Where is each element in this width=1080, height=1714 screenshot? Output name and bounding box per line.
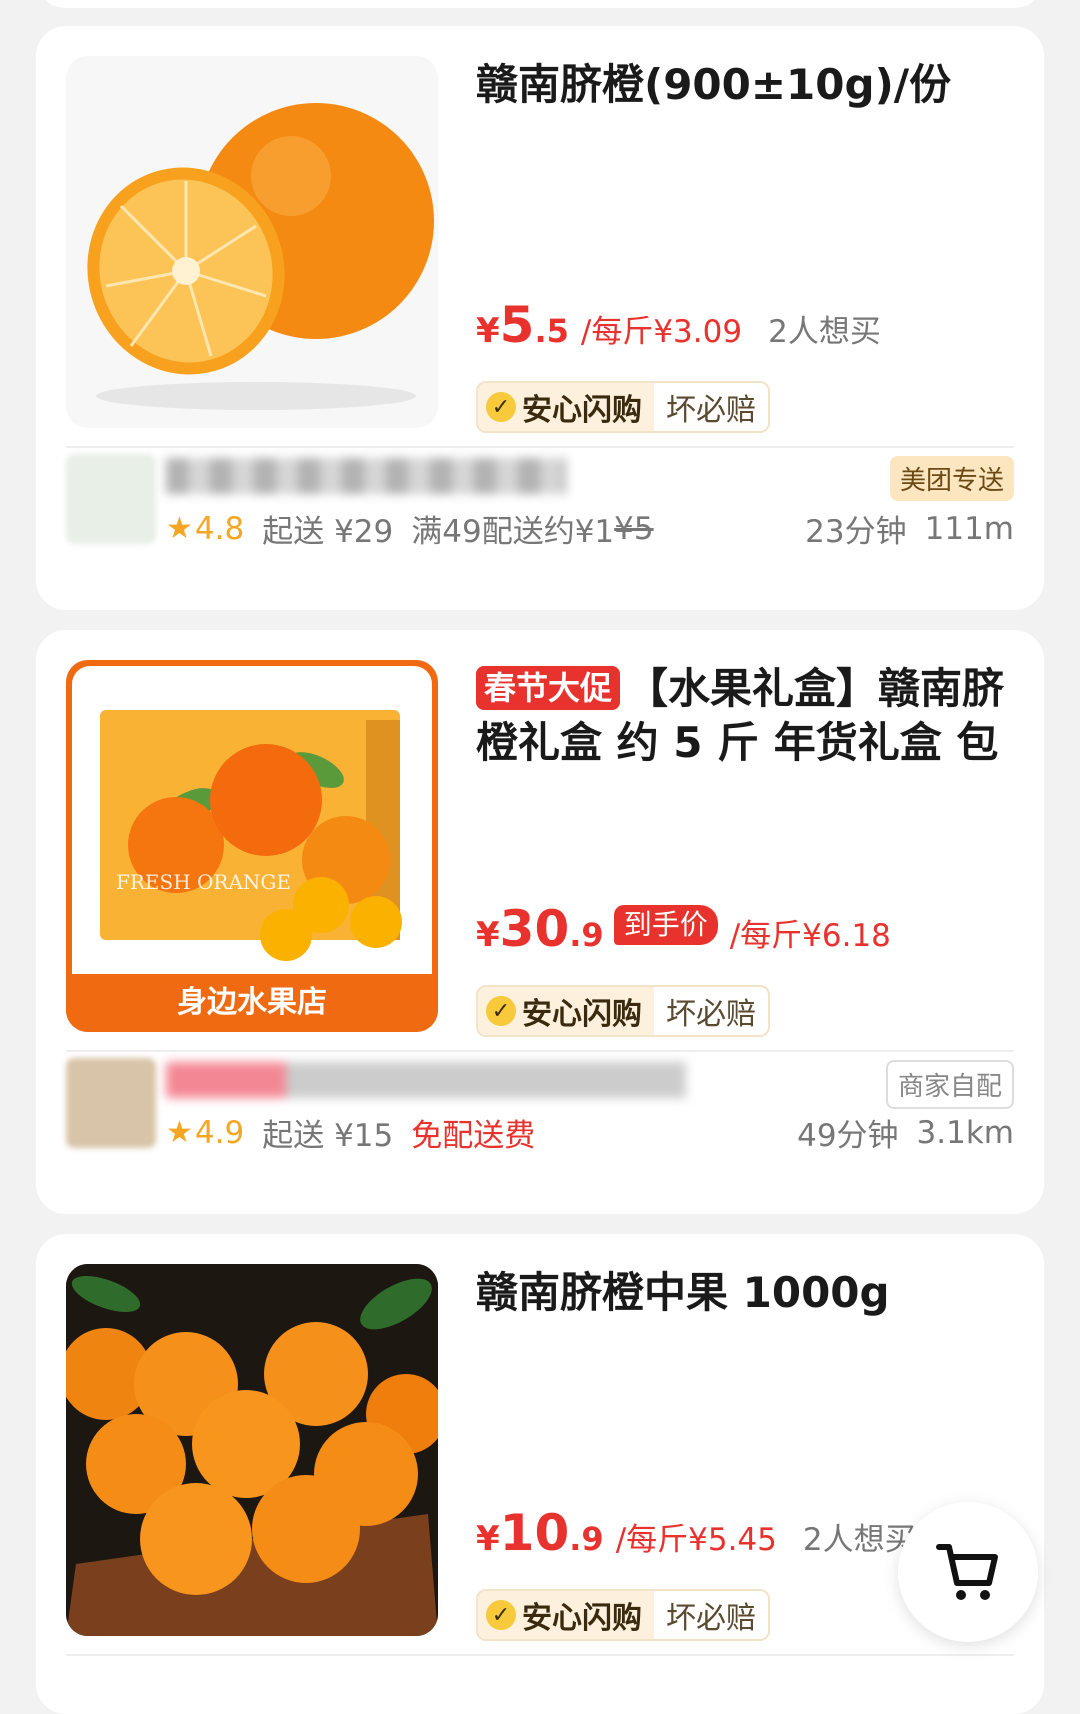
- currency-symbol: ¥: [476, 311, 500, 351]
- image-banner: 身边水果店: [66, 974, 438, 1032]
- divider: [66, 1654, 1014, 1656]
- price-decimal: .9: [569, 1520, 604, 1558]
- currency-symbol: ¥: [476, 1519, 500, 1559]
- want-count: 2人想买: [768, 314, 881, 350]
- shop-logo[interactable]: [66, 1058, 156, 1148]
- guarantee-badge: ✓ 安心闪购 坏必赔: [476, 985, 770, 1037]
- delivery-eta: 23分钟: [805, 514, 907, 550]
- price-row: ¥ 5 .5 /每斤¥3.09 2人想买: [476, 296, 881, 356]
- check-icon: ✓: [486, 392, 516, 422]
- guarantee-main-label: 安心闪购: [522, 997, 642, 1032]
- check-icon: ✓: [486, 996, 516, 1026]
- final-price-tag: 到手价: [613, 905, 718, 945]
- product-card[interactable]: 赣南脐橙中果 1000g ¥ 10 .9 /每斤¥5.45 2人想买 ✓ 安心闪…: [36, 1234, 1044, 1714]
- price-integer: 30: [499, 900, 570, 958]
- delivery-fee: 免配送费: [411, 1118, 536, 1154]
- shop-distance: 3.1km: [916, 1114, 1014, 1151]
- promo-tag: 春节大促: [476, 666, 621, 710]
- price-decimal: .9: [569, 916, 604, 954]
- check-icon: ✓: [486, 1600, 516, 1630]
- product-card[interactable]: FRESH ORANGE 身边水果店 春节大促 【水果礼盒】赣南脐橙礼盒 约 5 …: [36, 630, 1044, 1214]
- divider: [66, 1050, 1014, 1052]
- shop-name-blurred[interactable]: [166, 1062, 686, 1098]
- unit-price: /每斤¥6.18: [729, 918, 891, 954]
- cart-icon: [936, 1544, 998, 1600]
- unit-price: /每斤¥3.09: [580, 314, 743, 350]
- guarantee-main-label: 安心闪购: [522, 1601, 642, 1636]
- shop-meta: ★ 4.8 起送 ¥29 满49配送约¥1 ¥5 23分钟 111m: [166, 506, 1014, 551]
- oranges-illustration: [66, 1264, 438, 1636]
- shop-rating: 4.9: [194, 1114, 245, 1151]
- guarantee-main: ✓ 安心闪购: [478, 1591, 654, 1639]
- price-integer: 5: [499, 296, 535, 354]
- shop-name-blurred[interactable]: [166, 458, 566, 494]
- previous-product-card[interactable]: [36, 0, 1044, 8]
- shop-meta: ★ 4.9 起送 ¥15 免配送费 49分钟 3.1km: [166, 1110, 1014, 1155]
- delivery-fee-original: ¥5: [614, 510, 654, 547]
- delivery-tag: 商家自配: [885, 1060, 1014, 1109]
- delivery-tag: 美团专送: [889, 456, 1014, 501]
- divider: [66, 446, 1014, 448]
- min-order: 起送 ¥29: [262, 514, 394, 550]
- guarantee-sub-label: 坏必赔: [666, 997, 756, 1032]
- product-image[interactable]: [66, 56, 438, 428]
- min-order: 起送 ¥15: [262, 1118, 394, 1154]
- price-row: ¥ 30 .9 到手价 /每斤¥6.18: [476, 900, 891, 960]
- delivery-eta: 49分钟: [797, 1118, 899, 1154]
- image-overlay-text: FRESH ORANGE: [116, 870, 292, 894]
- product-image[interactable]: FRESH ORANGE 身边水果店: [66, 660, 438, 1032]
- shop-distance: 111m: [924, 510, 1014, 547]
- guarantee-sub-label: 坏必赔: [666, 393, 756, 428]
- shop-logo[interactable]: [66, 454, 156, 544]
- price-decimal: .5: [534, 312, 569, 350]
- product-title[interactable]: 春节大促 【水果礼盒】赣南脐橙礼盒 约 5 斤 年货礼盒 包: [476, 662, 1008, 770]
- product-image[interactable]: [66, 1264, 438, 1636]
- guarantee-main-label: 安心闪购: [522, 393, 642, 428]
- delivery-fee: 满49配送约¥1: [411, 514, 615, 550]
- guarantee-main: ✓ 安心闪购: [478, 383, 654, 431]
- cart-button[interactable]: [898, 1502, 1038, 1642]
- star-icon: ★: [166, 511, 193, 546]
- price-integer: 10: [499, 1504, 570, 1562]
- currency-symbol: ¥: [476, 915, 500, 955]
- price-row: ¥ 10 .9 /每斤¥5.45 2人想买: [476, 1504, 916, 1564]
- guarantee-sub-label: 坏必赔: [666, 1601, 756, 1636]
- product-title[interactable]: 赣南脐橙(900±10g)/份: [476, 58, 1008, 112]
- unit-price: /每斤¥5.45: [615, 1522, 777, 1558]
- shop-rating: 4.8: [194, 510, 245, 547]
- guarantee-badge: ✓ 安心闪购 坏必赔: [476, 1589, 770, 1641]
- product-title[interactable]: 赣南脐橙中果 1000g: [476, 1266, 1008, 1320]
- guarantee-main: ✓ 安心闪购: [478, 987, 654, 1035]
- orange-illustration: [87, 103, 434, 410]
- guarantee-badge: ✓ 安心闪购 坏必赔: [476, 381, 770, 433]
- product-card[interactable]: 赣南脐橙(900±10g)/份 ¥ 5 .5 /每斤¥3.09 2人想买 ✓ 安…: [36, 26, 1044, 610]
- star-icon: ★: [166, 1115, 193, 1150]
- want-count: 2人想买: [802, 1522, 916, 1558]
